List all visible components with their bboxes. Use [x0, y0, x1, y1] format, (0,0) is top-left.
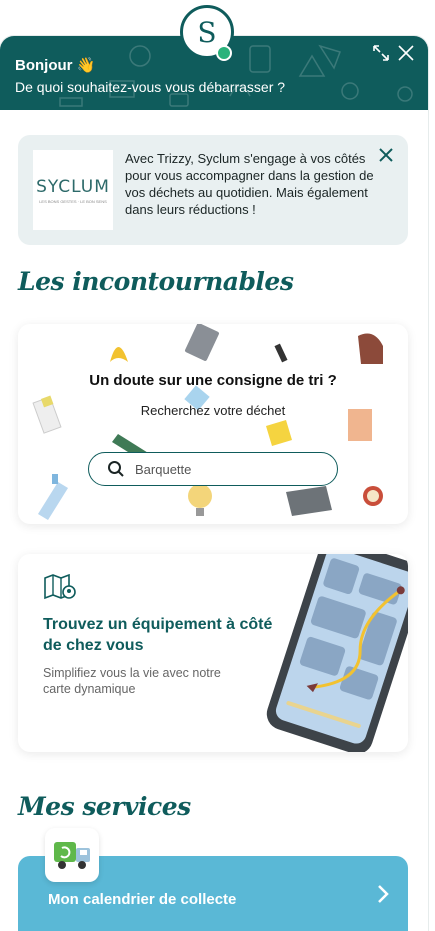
greeting-subtitle: De quoi souhaitez-vous vous débarrasser …: [15, 79, 286, 95]
chevron-right-icon: [378, 885, 389, 903]
waste-illustrations: [32, 324, 383, 520]
online-status-dot: [216, 45, 232, 61]
section-title-essentials: Les incontournables: [18, 267, 294, 296]
search-card-subtitle: Recherchez votre déchet: [140, 403, 286, 418]
section-title-services: Mes services: [18, 792, 191, 821]
search-icon: [108, 461, 124, 477]
partner-info-text: Avec Trizzy, Syclum s'engage à vos côtés…: [125, 151, 374, 217]
service-icon-box: [45, 828, 99, 882]
map-pin-icon: [44, 574, 76, 600]
collection-calendar-label: Mon calendrier de collecte: [48, 891, 237, 908]
search-input[interactable]: [133, 460, 327, 478]
expand-icon[interactable]: [372, 44, 390, 62]
syclum-logo: SYCLUM LES BONS GESTES · LE BON SENS: [33, 150, 113, 230]
garbage-truck-icon: [54, 842, 90, 869]
chat-widget: Bonjour 👋 De quoi souhaitez-vous vous dé…: [0, 36, 428, 931]
close-icon[interactable]: [397, 44, 415, 62]
partner-info-card: SYCLUM LES BONS GESTES · LE BON SENS Ave…: [18, 135, 408, 245]
dismiss-icon[interactable]: [378, 147, 394, 163]
phone-map-illustration: [266, 554, 408, 752]
greeting: Bonjour 👋: [15, 57, 96, 74]
map-card[interactable]: Trouvez un équipement à côté de chez vou…: [18, 554, 408, 752]
logo-letter: S: [197, 15, 217, 49]
map-card-subtitle: Simplifiez vous la vie avec notre carte …: [43, 666, 221, 696]
search-card: Un doute sur une consigne de tri ? Reche…: [18, 324, 408, 524]
search-card-title: Un doute sur une consigne de tri ?: [89, 372, 337, 389]
wave-icon: 👋: [76, 57, 96, 74]
content: SYCLUM LES BONS GESTES · LE BON SENS Ave…: [0, 110, 428, 931]
search-field[interactable]: [88, 452, 338, 486]
